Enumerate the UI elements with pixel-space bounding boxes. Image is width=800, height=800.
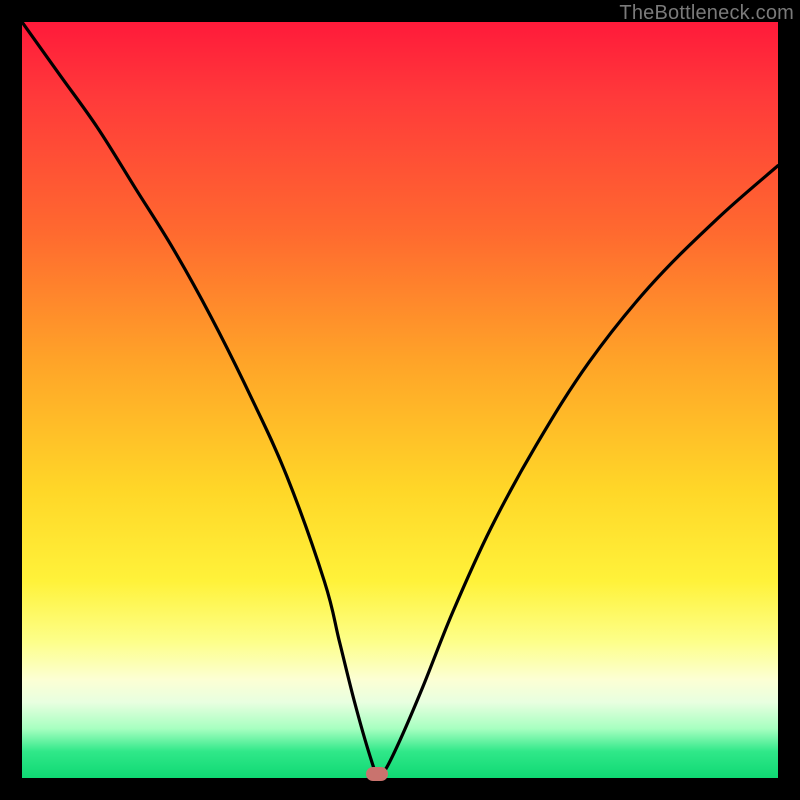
chart-frame: TheBottleneck.com — [0, 0, 800, 800]
optimal-point-marker — [366, 767, 388, 781]
watermark-text: TheBottleneck.com — [619, 2, 794, 25]
bottleneck-curve — [22, 22, 778, 778]
plot-area — [22, 22, 778, 778]
